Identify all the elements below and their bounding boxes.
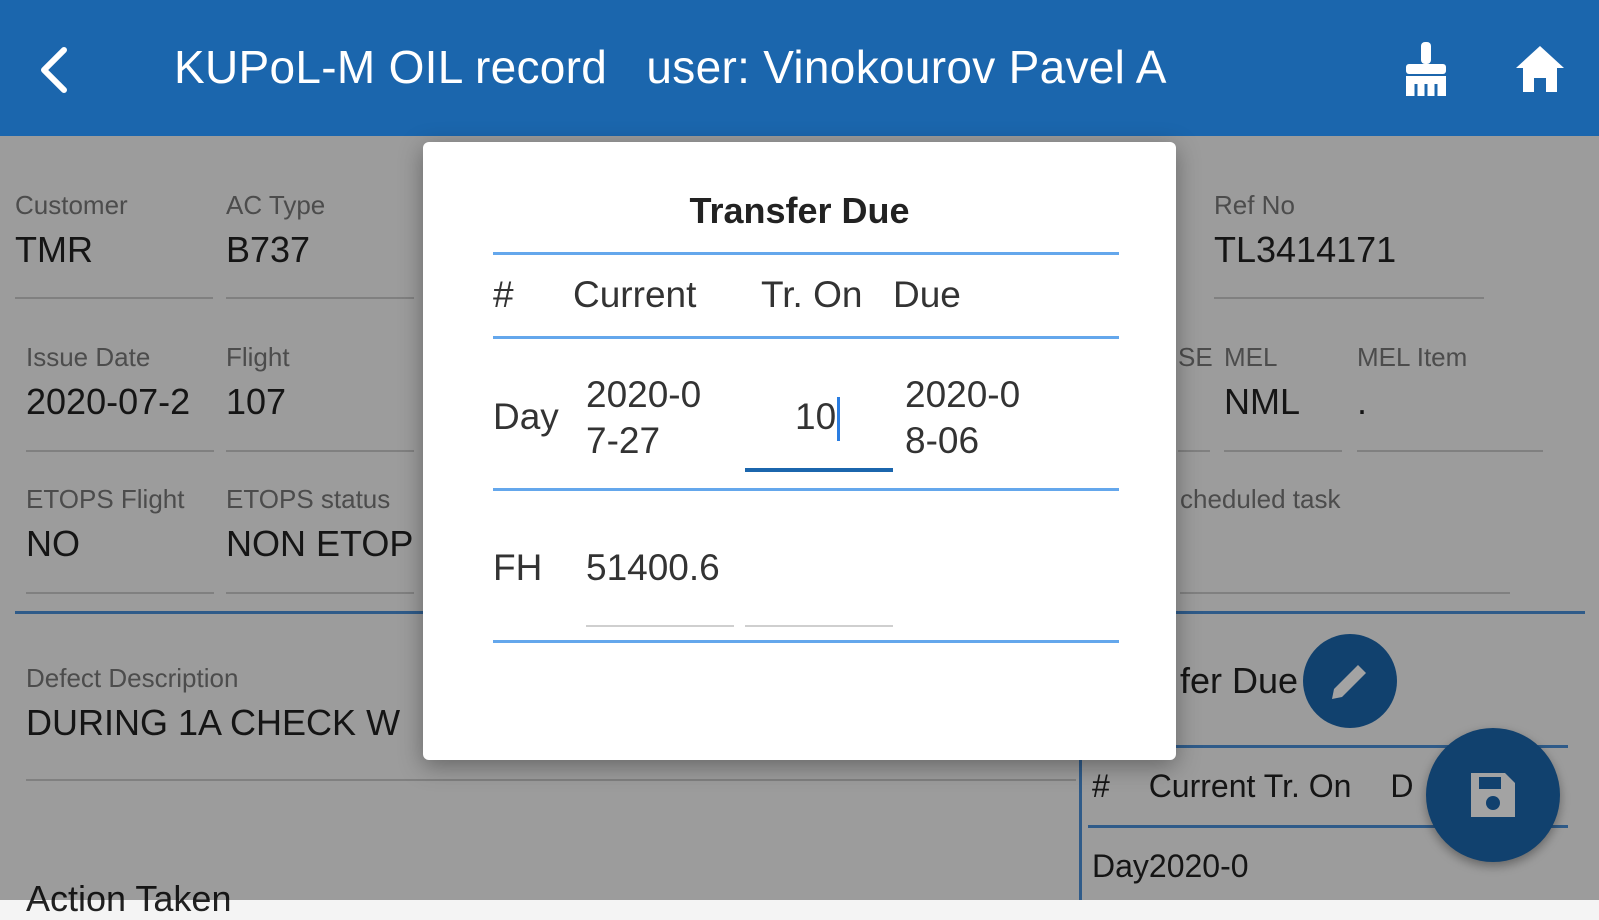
fh-tr-on-underline — [745, 625, 893, 627]
app-title: KUPoL-M OIL record user: Vinokourov Pave… — [174, 41, 1167, 93]
day-row-label: Day — [493, 396, 559, 437]
transfer-due-dialog: Transfer Due # Current Tr. On Due Day 20… — [423, 142, 1176, 760]
arrow-back-icon — [41, 47, 67, 93]
app-bar: KUPoL-M OIL record user: Vinokourov Pave… — [0, 0, 1599, 136]
day-current-value: 2020-0 7-27 — [586, 372, 701, 464]
header-tr-on: Tr. On — [761, 274, 863, 315]
day-due-value: 2020-0 8-06 — [905, 372, 1020, 464]
dialog-title: Transfer Due — [689, 190, 910, 231]
fh-row-label: FH — [493, 547, 543, 588]
clear-button[interactable] — [1396, 40, 1456, 100]
header-hash: # — [493, 274, 514, 315]
broom-icon — [1406, 42, 1446, 96]
home-button[interactable] — [1510, 40, 1570, 100]
text-caret — [837, 397, 841, 442]
day-tr-on-input[interactable]: 10 — [795, 394, 841, 442]
fh-current-value: 51400.6 — [586, 547, 720, 588]
day-due-line2: 8-06 — [905, 420, 980, 461]
day-current-line1: 2020-0 — [586, 374, 702, 415]
back-button[interactable] — [34, 42, 78, 98]
day-due-line1: 2020-0 — [905, 374, 1021, 415]
header-current: Current — [573, 274, 697, 315]
dialog-day-row-line — [493, 488, 1119, 491]
fh-tr-on-input[interactable] — [745, 545, 893, 591]
day-tr-on-underline — [745, 468, 893, 472]
dialog-fh-row-line — [493, 640, 1119, 643]
header-due: Due — [893, 274, 961, 315]
dialog-header-line — [493, 336, 1119, 339]
day-current-line2: 7-27 — [586, 420, 661, 461]
day-tr-on-value: 10 — [795, 396, 837, 437]
fh-current-underline — [586, 625, 734, 627]
home-icon — [1516, 46, 1564, 92]
dialog-title-line — [493, 252, 1119, 255]
